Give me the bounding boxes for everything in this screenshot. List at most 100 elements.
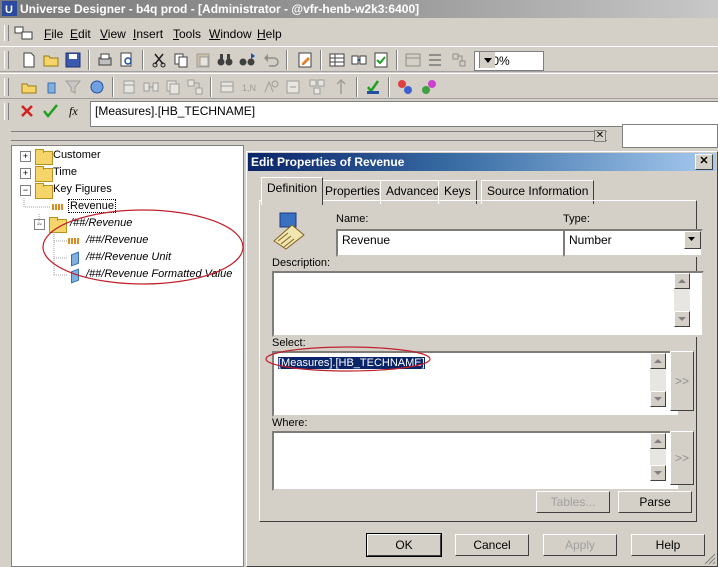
refresh-structure-icon[interactable]	[284, 78, 302, 96]
menu-edit[interactable]: Edit	[70, 27, 91, 41]
list-mode-icon[interactable]	[426, 51, 444, 69]
view-mode-icon[interactable]	[450, 51, 468, 69]
toolbar-separator	[320, 50, 322, 70]
scroll-up-icon[interactable]	[650, 353, 666, 369]
insert-object-icon[interactable]	[42, 78, 60, 96]
insert-table-icon[interactable]	[120, 78, 138, 96]
tables-button[interactable]: Tables...	[536, 491, 610, 513]
cancel-button[interactable]: Cancel	[455, 534, 529, 556]
scroll-up-icon[interactable]	[650, 433, 666, 449]
menu-window[interactable]: Window	[209, 27, 252, 41]
schema-icon[interactable]	[396, 78, 414, 96]
ok-button[interactable]: OK	[366, 533, 442, 557]
dialog-title-bar[interactable]: Edit Properties of Revenue ✕	[248, 153, 716, 171]
check-cardinality-icon[interactable]	[262, 78, 280, 96]
toolbar-separator	[356, 77, 358, 97]
toolbar-separator	[112, 77, 114, 97]
where-textarea[interactable]	[272, 431, 680, 491]
scroll-down-icon[interactable]	[650, 465, 666, 481]
window-title: Universe Designer - b4q prod - [Administ…	[20, 2, 420, 16]
tab-definition[interactable]: Definition	[261, 177, 324, 205]
cancel-formula-icon[interactable]	[20, 104, 34, 118]
where-scrollbar[interactable]	[650, 433, 666, 481]
paste-icon[interactable]	[194, 51, 212, 69]
select-scrollbar[interactable]	[650, 353, 666, 407]
arrange-tables-icon[interactable]	[404, 51, 422, 69]
where-label: Where:	[272, 417, 308, 429]
resize-grip-icon[interactable]	[704, 553, 716, 565]
scroll-up-icon[interactable]	[674, 273, 690, 289]
select-editor-button[interactable]: >>	[670, 351, 694, 411]
cut-icon[interactable]	[150, 51, 168, 69]
find-icon[interactable]	[216, 51, 234, 69]
type-value: Number	[569, 233, 612, 247]
zoom-select[interactable]: 100%	[474, 51, 544, 71]
insert-alias-icon[interactable]	[164, 78, 182, 96]
toolbar-grip[interactable]	[4, 103, 9, 120]
toolbar-separator	[210, 77, 212, 97]
structure-pane[interactable]	[622, 124, 718, 148]
mdi-window-icon[interactable]	[14, 26, 34, 40]
object-properties-icon	[273, 212, 305, 250]
insert-hierarchy-icon[interactable]	[88, 78, 106, 96]
toolbar-separator	[396, 50, 398, 70]
print-preview-icon[interactable]	[118, 51, 136, 69]
apply-button[interactable]: Apply	[543, 534, 617, 556]
type-select[interactable]: Number	[563, 229, 703, 257]
scroll-down-icon[interactable]	[674, 311, 690, 327]
menubar-grip[interactable]	[4, 25, 9, 41]
toolbar-separator	[142, 50, 144, 70]
insert-derived-table-icon[interactable]	[218, 78, 236, 96]
find-next-icon[interactable]	[238, 51, 256, 69]
type-label: Type:	[563, 213, 590, 225]
parse-button[interactable]: Parse	[618, 491, 692, 513]
annotation-ellipse	[42, 209, 244, 285]
fx-icon[interactable]: fx	[69, 104, 78, 119]
menu-bar: File Edit View Insert Tools Window Help	[0, 22, 718, 44]
close-icon[interactable]: ✕	[695, 154, 713, 170]
copy-icon[interactable]	[172, 51, 190, 69]
chevron-down-icon[interactable]	[684, 231, 701, 249]
scroll-down-icon[interactable]	[650, 391, 666, 407]
toolbar-grip[interactable]	[4, 78, 9, 96]
universe-designer-app-icon: U	[2, 1, 17, 16]
new-icon[interactable]	[20, 51, 38, 69]
menu-file[interactable]: File	[44, 27, 63, 41]
help-button[interactable]: Help	[631, 534, 705, 556]
print-icon[interactable]	[96, 51, 114, 69]
pane-splitter[interactable]	[11, 131, 607, 141]
validate-formula-icon[interactable]	[43, 104, 59, 118]
window-title-bar[interactable]: U Universe Designer - b4q prod - [Admini…	[0, 0, 718, 18]
save-icon[interactable]	[64, 51, 82, 69]
name-label: Name:	[336, 213, 369, 225]
detect-aliases-icon[interactable]	[308, 78, 326, 96]
olap-icon[interactable]	[420, 78, 438, 96]
menu-tools[interactable]: Tools	[173, 27, 201, 41]
close-pane-icon[interactable]: ✕	[594, 130, 606, 142]
table-browser-icon[interactable]	[328, 51, 346, 69]
svg-text:1,N: 1,N	[242, 83, 256, 93]
name-input[interactable]: Revenue	[336, 229, 566, 257]
menu-help[interactable]: Help	[257, 27, 282, 41]
menu-insert[interactable]: Insert	[133, 27, 163, 41]
insert-join-icon[interactable]	[142, 78, 160, 96]
edit-properties-icon[interactable]	[296, 51, 314, 69]
where-editor-button[interactable]: >>	[670, 431, 694, 485]
chevron-down-icon[interactable]	[479, 52, 495, 68]
insert-class-icon[interactable]	[20, 78, 38, 96]
undo-icon[interactable]	[262, 51, 280, 69]
insert-context-icon[interactable]	[186, 78, 204, 96]
check-sql-icon[interactable]	[364, 78, 382, 96]
cardinality-icon[interactable]: 1,N	[240, 78, 258, 96]
detect-loops-icon[interactable]	[332, 78, 350, 96]
description-scrollbar[interactable]	[674, 273, 690, 327]
description-textarea[interactable]	[272, 271, 704, 337]
detect-joins-icon[interactable]	[350, 51, 368, 69]
insert-condition-icon[interactable]	[64, 78, 82, 96]
description-label: Description:	[272, 257, 331, 269]
check-integrity-icon[interactable]	[372, 51, 390, 69]
open-icon[interactable]	[42, 51, 60, 69]
toolbar-separator	[286, 50, 288, 70]
toolbar-grip[interactable]	[4, 51, 9, 69]
menu-view[interactable]: View	[100, 27, 126, 41]
